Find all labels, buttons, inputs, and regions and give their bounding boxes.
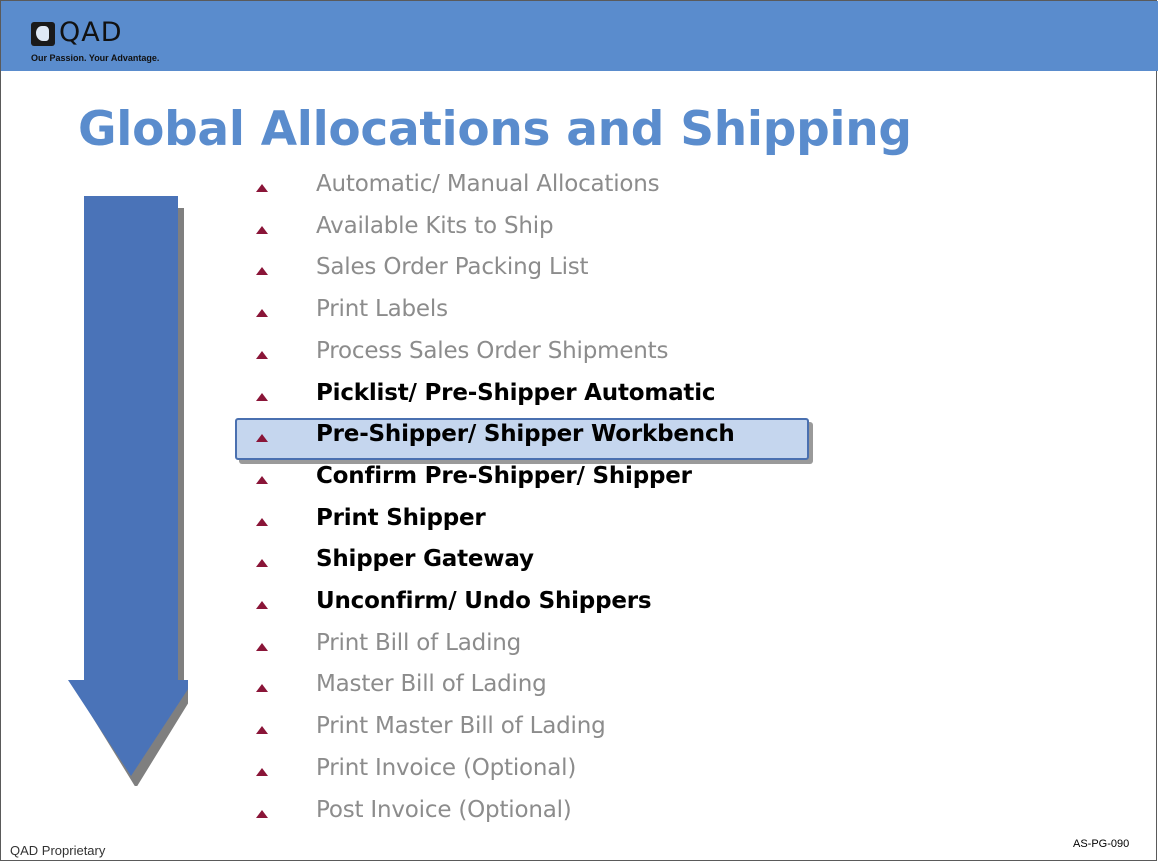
list-item-label: Master Bill of Lading — [316, 671, 547, 698]
list-item-label: Print Master Bill of Lading — [316, 713, 606, 740]
triangle-up-icon — [256, 559, 268, 568]
triangle-up-icon — [256, 434, 268, 443]
list-item: Pre-Shipper/ Shipper Workbench — [240, 415, 840, 457]
triangle-up-icon — [256, 809, 268, 818]
triangle-up-icon — [256, 475, 268, 484]
list-item: Automatic/ Manual Allocations — [240, 165, 840, 207]
list-item: Print Invoice (Optional) — [240, 749, 840, 791]
list-item: Shipper Gateway — [240, 540, 840, 582]
footer-slide-code: AS-PG-090 — [1073, 838, 1130, 850]
triangle-up-icon — [256, 517, 268, 526]
list-item: Post Invoice (Optional) — [240, 791, 840, 833]
list-item: Process Sales Order Shipments — [240, 332, 840, 374]
triangle-up-icon — [256, 767, 268, 776]
triangle-up-icon — [256, 267, 268, 276]
list-item: Print Bill of Lading — [240, 624, 840, 666]
list-item-label: Sales Order Packing List — [316, 254, 589, 281]
list-item-label: Available Kits to Ship — [316, 212, 554, 239]
list-item-label: Print Labels — [316, 296, 448, 323]
list-item: Sales Order Packing List — [240, 248, 840, 290]
triangle-up-icon — [256, 684, 268, 693]
triangle-up-icon — [256, 642, 268, 651]
list-item-label: Post Invoice (Optional) — [316, 796, 572, 823]
list-item-label: Print Shipper — [316, 504, 486, 531]
triangle-up-icon — [256, 601, 268, 609]
triangle-up-icon — [256, 350, 268, 359]
list-item: Confirm Pre-Shipper/ Shipper — [240, 457, 840, 499]
list-item: Print Shipper — [240, 499, 840, 541]
list-item: Print Labels — [240, 290, 840, 332]
list-item: Unconfirm/ Undo Shippers — [240, 582, 840, 624]
list-item-label: Shipper Gateway — [316, 546, 534, 573]
list-item-label: Picklist/ Pre-Shipper Automatic — [316, 379, 716, 406]
list-item-label: Process Sales Order Shipments — [316, 337, 669, 364]
list-item-label: Unconfirm/ Undo Shippers — [316, 588, 652, 614]
triangle-up-icon — [256, 726, 268, 735]
footer-proprietary: QAD Proprietary — [10, 843, 106, 858]
list-item-label: Print Invoice (Optional) — [316, 754, 577, 781]
triangle-up-icon — [256, 392, 268, 401]
step-list: Automatic/ Manual Allocations Available K… — [0, 0, 1159, 863]
list-item-label: Pre-Shipper/ Shipper Workbench — [316, 421, 735, 448]
triangle-up-icon — [256, 309, 268, 318]
triangle-up-icon — [256, 184, 268, 192]
triangle-up-icon — [256, 225, 268, 234]
list-item: Print Master Bill of Lading — [240, 707, 840, 749]
list-item-label: Automatic/ Manual Allocations — [316, 171, 660, 197]
list-item: Picklist/ Pre-Shipper Automatic — [240, 374, 840, 416]
list-item-label: Print Bill of Lading — [316, 629, 522, 656]
list-item: Master Bill of Lading — [240, 665, 840, 707]
list-item-label: Confirm Pre-Shipper/ Shipper — [316, 462, 692, 489]
list-item: Available Kits to Ship — [240, 207, 840, 249]
